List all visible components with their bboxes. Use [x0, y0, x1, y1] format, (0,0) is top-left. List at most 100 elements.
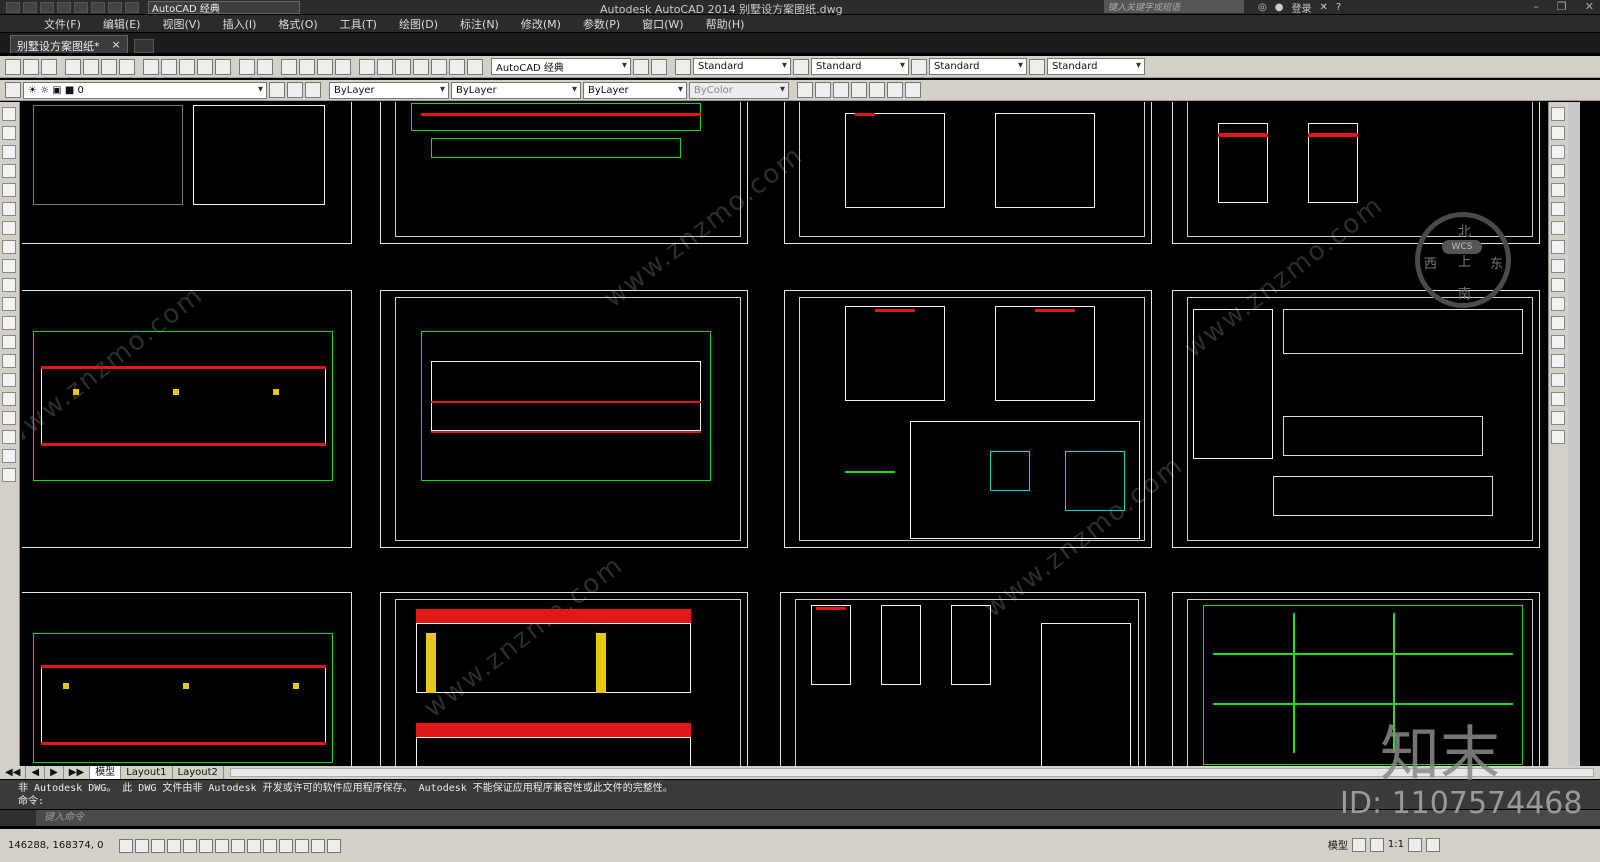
viewcube-north[interactable]: 北: [1458, 221, 1471, 240]
design-center-icon[interactable]: [377, 58, 393, 75]
first-layout-icon[interactable]: ◀◀: [0, 766, 27, 779]
object-snap-tracking-icon[interactable]: [231, 838, 246, 853]
exchange-icon[interactable]: ✕: [1319, 2, 1327, 13]
color-combo[interactable]: ByLayer: [329, 81, 449, 99]
hatch-icon[interactable]: [2, 373, 16, 387]
last-layout-icon[interactable]: ▶▶: [64, 766, 91, 779]
save-icon[interactable]: [57, 1, 71, 13]
menu-draw[interactable]: 绘图(D): [399, 16, 438, 32]
tool-e-icon[interactable]: [869, 82, 885, 98]
binoculars-icon[interactable]: ◎: [1258, 2, 1267, 13]
print-icon[interactable]: [91, 1, 105, 13]
table-style-combo[interactable]: Standard: [929, 58, 1027, 75]
infer-constraints-icon[interactable]: [119, 838, 134, 853]
tool-c-icon[interactable]: [833, 82, 849, 98]
rotate-icon[interactable]: [1551, 221, 1565, 235]
copy-icon[interactable]: [161, 58, 177, 75]
calculator-icon[interactable]: [449, 58, 465, 75]
qnew-icon[interactable]: [5, 58, 21, 75]
trim-icon[interactable]: [1551, 278, 1565, 292]
viewcube-south[interactable]: 南: [1458, 283, 1471, 302]
multileader-style-icon[interactable]: [1029, 58, 1045, 75]
chamfer-icon[interactable]: [1551, 354, 1565, 368]
dynamic-ucs-icon[interactable]: [247, 838, 262, 853]
table-style-icon[interactable]: [911, 58, 927, 75]
ellipse-arc-icon[interactable]: [2, 297, 16, 311]
join-icon[interactable]: [1551, 335, 1565, 349]
region-icon[interactable]: [2, 411, 16, 425]
close-icon[interactable]: ✕: [1585, 0, 1594, 13]
line-icon[interactable]: [2, 107, 16, 121]
workspace-save-icon[interactable]: [651, 58, 667, 75]
plot-icon[interactable]: [65, 58, 81, 75]
open-icon[interactable]: [40, 1, 54, 13]
undo-icon[interactable]: [108, 1, 122, 13]
menu-parametric[interactable]: 参数(P): [583, 16, 620, 32]
help-icon[interactable]: ?: [1336, 2, 1341, 13]
3d-osnap-icon[interactable]: [215, 838, 230, 853]
draworder-icon[interactable]: [1551, 411, 1565, 425]
polyline-icon[interactable]: [2, 145, 16, 159]
offset-icon[interactable]: [1551, 164, 1565, 178]
table-icon[interactable]: [2, 430, 16, 444]
coordinates-readout[interactable]: 146288, 168374, 0: [8, 840, 103, 851]
break-icon[interactable]: [1551, 316, 1565, 330]
lineweight-icon[interactable]: [279, 838, 294, 853]
user-icon[interactable]: ●: [1275, 2, 1284, 13]
object-snap-icon[interactable]: [199, 838, 214, 853]
mtext-icon[interactable]: [2, 449, 16, 463]
minimize-icon[interactable]: –: [1533, 0, 1539, 13]
zoom-realtime-icon[interactable]: [299, 58, 315, 75]
new-tab-button[interactable]: [133, 39, 154, 53]
sheet-set-icon[interactable]: [413, 58, 429, 75]
paste-icon[interactable]: [179, 58, 195, 75]
layer-previous-icon[interactable]: [287, 82, 303, 98]
copy-object-icon[interactable]: [1551, 126, 1565, 140]
cut-icon[interactable]: [143, 58, 159, 75]
ellipse-icon[interactable]: [2, 278, 16, 292]
ortho-mode-icon[interactable]: [167, 838, 182, 853]
array-icon[interactable]: [1551, 183, 1565, 197]
tab-layout1[interactable]: Layout1: [121, 766, 173, 779]
tab-model[interactable]: 模型: [90, 766, 122, 779]
viewcube-east[interactable]: 东: [1490, 253, 1503, 272]
viewcube[interactable]: 北 南 东 西 上: [1415, 212, 1511, 308]
close-tab-icon[interactable]: ×: [112, 38, 121, 51]
explode-icon[interactable]: [1551, 392, 1565, 406]
workspace-settings-icon[interactable]: [633, 58, 649, 75]
workspace-dropdown[interactable]: AutoCAD 经典: [148, 0, 300, 15]
layer-state-icon[interactable]: [305, 82, 321, 98]
next-layout-icon[interactable]: ▶: [45, 766, 64, 779]
menu-dimension[interactable]: 标注(N): [460, 16, 499, 32]
extend-icon[interactable]: [1551, 297, 1565, 311]
open-icon[interactable]: [23, 58, 39, 75]
annotation-visibility-icon[interactable]: [1408, 837, 1422, 852]
dynamic-input-icon[interactable]: [263, 838, 278, 853]
text-style-icon[interactable]: [675, 58, 691, 75]
add-selected-icon[interactable]: [2, 468, 16, 482]
properties-icon[interactable]: [359, 58, 375, 75]
undo-icon[interactable]: [239, 58, 255, 75]
rectangle-icon[interactable]: [2, 183, 16, 197]
redo-icon[interactable]: [125, 1, 139, 13]
match-properties-icon[interactable]: [197, 58, 213, 75]
3d-print-icon[interactable]: [119, 58, 135, 75]
revcloud-icon[interactable]: [2, 240, 16, 254]
spline-icon[interactable]: [2, 259, 16, 273]
zoom-previous-icon[interactable]: [335, 58, 351, 75]
login-link[interactable]: 登录: [1291, 0, 1311, 15]
new-icon[interactable]: [23, 1, 37, 13]
menu-format[interactable]: 格式(O): [278, 16, 317, 32]
search-input[interactable]: 键入关键字或短语: [1104, 0, 1244, 13]
menu-help[interactable]: 帮助(H): [706, 16, 745, 32]
menu-window[interactable]: 窗口(W): [642, 16, 683, 32]
move-icon[interactable]: [1551, 202, 1565, 216]
tool-a-icon[interactable]: [797, 82, 813, 98]
help-icon[interactable]: [467, 58, 483, 75]
fillet-icon[interactable]: [1551, 373, 1565, 387]
save-icon[interactable]: [41, 58, 57, 75]
polygon-icon[interactable]: [2, 164, 16, 178]
arc-icon[interactable]: [2, 202, 16, 216]
workspace-switch-icon[interactable]: [1426, 837, 1440, 852]
vertical-scrollbar[interactable]: [1568, 102, 1580, 766]
